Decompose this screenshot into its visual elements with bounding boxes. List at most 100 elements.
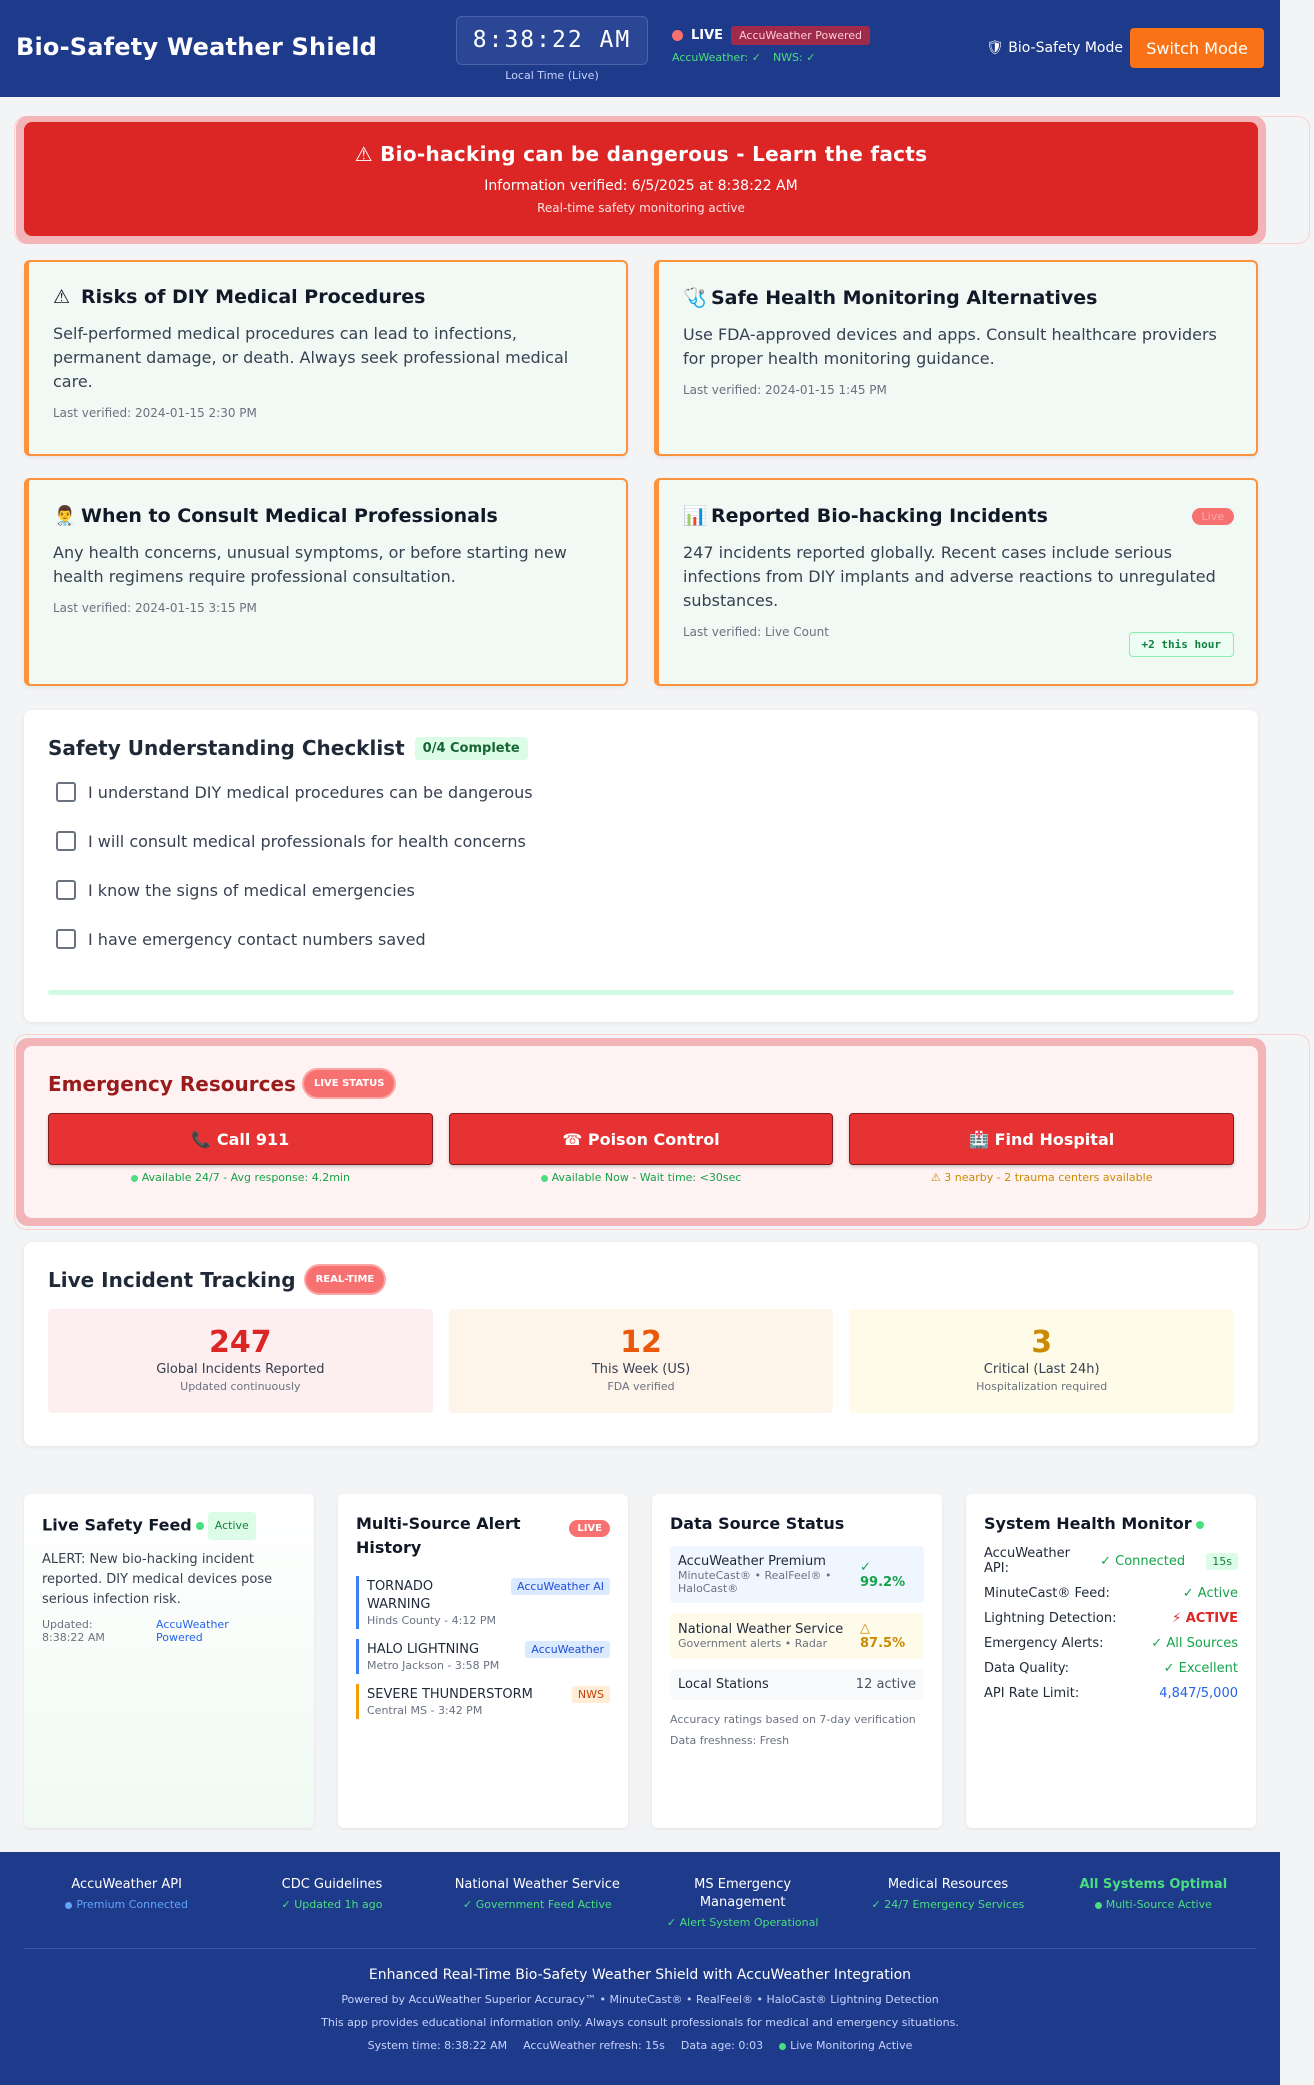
card-title: Reported Bio-hacking Incidents xyxy=(711,504,1048,527)
checkbox[interactable] xyxy=(56,880,76,900)
freshness-note: Data freshness: Fresh xyxy=(670,1734,790,1747)
footer-col-status: Multi-Source Active xyxy=(1105,1898,1212,1911)
source-nws: National Weather Service Government alert… xyxy=(670,1613,924,1659)
footer-nws: National Weather Service ✓ Government Fee… xyxy=(435,1876,640,1948)
safety-checklist: Safety Understanding Checklist 0/4 Comple… xyxy=(24,710,1258,1022)
poison-control-button[interactable]: ☎ Poison Control xyxy=(448,1113,834,1165)
danger-banner: ⚠ Bio-hacking can be dangerous - Learn t… xyxy=(24,122,1258,236)
checklist-item-label: I know the signs of medical emergencies xyxy=(88,880,415,900)
current-mode-label: 🛡 Bio-Safety Mode xyxy=(986,40,1123,56)
source-sub: Government alerts • Radar xyxy=(678,1637,828,1650)
footer-system-time: System time: 8:38:22 AM xyxy=(367,2039,508,2052)
alert-history-title: Multi-Source Alert History xyxy=(356,1514,521,1557)
chart-icon: 📊 xyxy=(683,505,707,527)
doctor-icon: 👨‍⚕️ xyxy=(53,505,77,527)
stat-week: 12 This Week (US) FDA verified xyxy=(448,1309,834,1413)
card-body: Use FDA-approved devices and apps. Consu… xyxy=(683,325,1217,368)
realtime-pill: REAL-TIME xyxy=(305,1266,385,1293)
alert-item[interactable]: TORNADO WARNING Hinds County - 4:12 PM Ac… xyxy=(356,1576,610,1629)
health-row: Emergency Alerts: ✓ All Sources xyxy=(984,1636,1238,1651)
feed-active-badge: Active xyxy=(207,1512,256,1540)
alert-item[interactable]: SEVERE THUNDERSTORM Central MS - 3:42 PM … xyxy=(356,1684,610,1719)
stat-critical: 3 Critical (Last 24h) Hospitalization re… xyxy=(849,1309,1235,1413)
live-dot-icon xyxy=(672,30,683,41)
feed-title: Live Safety Feed xyxy=(42,1515,192,1535)
live-pill: Live xyxy=(1191,508,1234,525)
health-row: AccuWeather API: ✓ Connected 15s xyxy=(984,1546,1238,1576)
switch-mode-button[interactable]: Switch Mode xyxy=(1130,28,1264,68)
alert-source-tag: AccuWeather AI xyxy=(511,1578,610,1595)
source-accuweather-status: AccuWeather: ✓ xyxy=(672,51,761,64)
checklist-item[interactable]: I know the signs of medical emergencies xyxy=(48,880,1234,900)
health-value: ✓ All Sources xyxy=(1151,1636,1238,1651)
health-value: ✓ Active xyxy=(1182,1586,1238,1601)
feed-updated: Updated: 8:38:22 AM xyxy=(42,1618,105,1644)
incident-tracking: Live Incident Tracking REAL-TIME 247 Glob… xyxy=(24,1242,1258,1446)
source-value: △ 87.5% xyxy=(860,1621,906,1651)
source-name: National Weather Service xyxy=(678,1622,844,1637)
live-label: LIVE xyxy=(691,28,724,43)
clock-caption: Local Time (Live) xyxy=(505,69,599,82)
find-hospital-button[interactable]: 🏥 Find Hospital xyxy=(849,1113,1235,1165)
footer-systems: All Systems Optimal Multi-Source Active xyxy=(1051,1876,1256,1948)
stat-sub: FDA verified xyxy=(607,1380,675,1393)
health-label: Data Quality: xyxy=(984,1661,1070,1676)
footer-col-status: Premium Connected xyxy=(76,1898,188,1911)
card-verified: Last verified: 2024-01-15 3:15 PM xyxy=(53,601,257,615)
checklist-item[interactable]: I understand DIY medical procedures can … xyxy=(48,782,1234,802)
tracking-title: Live Incident Tracking xyxy=(48,1267,296,1292)
clock-display: 8:38:22 AM xyxy=(456,16,648,65)
call-911-button[interactable]: 📞 Call 911 xyxy=(48,1113,433,1165)
source-value: 12 active xyxy=(855,1677,916,1692)
source-local: Local Stations 12 active xyxy=(670,1669,924,1700)
footer-col-title: MS Emergency Management xyxy=(694,1877,792,1910)
health-value: ⚡ ACTIVE xyxy=(1172,1611,1238,1626)
card-consult: 👨‍⚕️ When to Consult Medical Professional… xyxy=(24,478,628,686)
checkbox[interactable] xyxy=(56,929,76,949)
live-status-pill: LIVE STATUS xyxy=(303,1070,395,1097)
status-dot-icon xyxy=(130,1174,138,1182)
source-value: ✓ 99.2% xyxy=(860,1559,906,1590)
alert-list[interactable]: TORNADO WARNING Hinds County - 4:12 PM Ac… xyxy=(356,1566,610,1746)
status-dot-icon xyxy=(779,2042,787,2050)
stat-label: Critical (Last 24h) xyxy=(983,1362,1100,1377)
card-verified: Last verified: 2024-01-15 1:45 PM xyxy=(683,383,887,397)
checkbox[interactable] xyxy=(56,782,76,802)
data-source-status: Data Source Status AccuWeather Premium Mi… xyxy=(652,1494,942,1828)
stat-global: 247 Global Incidents Reported Updated co… xyxy=(48,1309,433,1413)
source-nws-status: NWS: ✓ xyxy=(772,51,816,64)
checklist-item[interactable]: I have emergency contact numbers saved xyxy=(48,929,1234,949)
card-title: Safe Health Monitoring Alternatives xyxy=(711,286,1098,309)
poison-control-status: Available Now - Wait time: <30sec xyxy=(551,1171,742,1184)
status-dot-icon xyxy=(1195,1520,1204,1529)
health-title: System Health Monitor xyxy=(984,1514,1192,1533)
find-hospital-status: ⚠ 3 nearby - 2 trauma centers available xyxy=(930,1171,1153,1184)
stat-sub: Updated continuously xyxy=(180,1380,301,1393)
footer-divider xyxy=(24,1948,1256,1949)
live-status: LIVE AccuWeather Powered AccuWeather: ✓ … xyxy=(672,26,871,64)
source-sub: MinuteCast® • RealFeel® • HaloCast® xyxy=(678,1569,832,1595)
card-body: 247 incidents reported globally. Recent … xyxy=(683,543,1216,610)
checklist-item-label: I have emergency contact numbers saved xyxy=(88,929,426,949)
alert-item[interactable]: HALO LIGHTNING Metro Jackson - 3:58 PM Ac… xyxy=(356,1639,610,1674)
checklist-item-label: I understand DIY medical procedures can … xyxy=(88,782,533,802)
stat-number: 12 xyxy=(620,1325,662,1360)
live-clock: 8:38:22 AM Local Time (Live) xyxy=(456,16,648,82)
footer-cdc: CDC Guidelines ✓ Updated 1h ago xyxy=(229,1876,434,1948)
emergency-title: Emergency Resources xyxy=(48,1071,296,1096)
footer-col-title: All Systems Optimal xyxy=(1079,1877,1228,1892)
banner-monitoring: Real-time safety monitoring active xyxy=(537,201,745,215)
powered-badge: AccuWeather Powered xyxy=(731,26,871,45)
footer-data-age: Data age: 0:03 xyxy=(680,2039,764,2052)
checklist-item[interactable]: I will consult medical professionals for… xyxy=(48,831,1234,851)
footer-col-title: National Weather Service xyxy=(454,1877,620,1892)
hourly-increase-badge: +2 this hour xyxy=(1128,632,1234,657)
checkbox[interactable] xyxy=(56,831,76,851)
health-row: Lightning Detection: ⚡ ACTIVE xyxy=(984,1611,1238,1626)
stethoscope-icon: 🩺 xyxy=(683,287,707,309)
health-value: ✓ Connected xyxy=(1100,1553,1186,1569)
stat-number: 247 xyxy=(209,1325,272,1360)
card-title: Risks of DIY Medical Procedures xyxy=(81,286,426,308)
card-safe-monitoring: 🩺 Safe Health Monitoring Alternatives Use… xyxy=(654,260,1258,456)
footer-medical: Medical Resources ✓ 24/7 Emergency Servic… xyxy=(845,1876,1050,1948)
